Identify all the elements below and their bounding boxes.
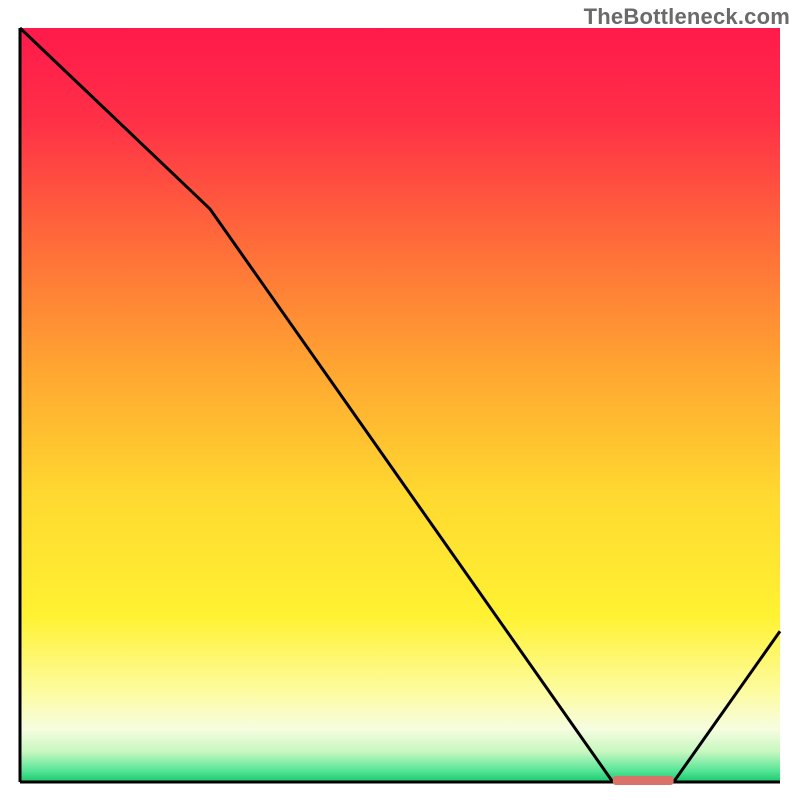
plot-background — [20, 28, 780, 782]
bottleneck-chart — [0, 0, 800, 800]
chart-container: { "watermark": "TheBottleneck.com", "cha… — [0, 0, 800, 800]
optimal-band-marker — [613, 776, 674, 785]
